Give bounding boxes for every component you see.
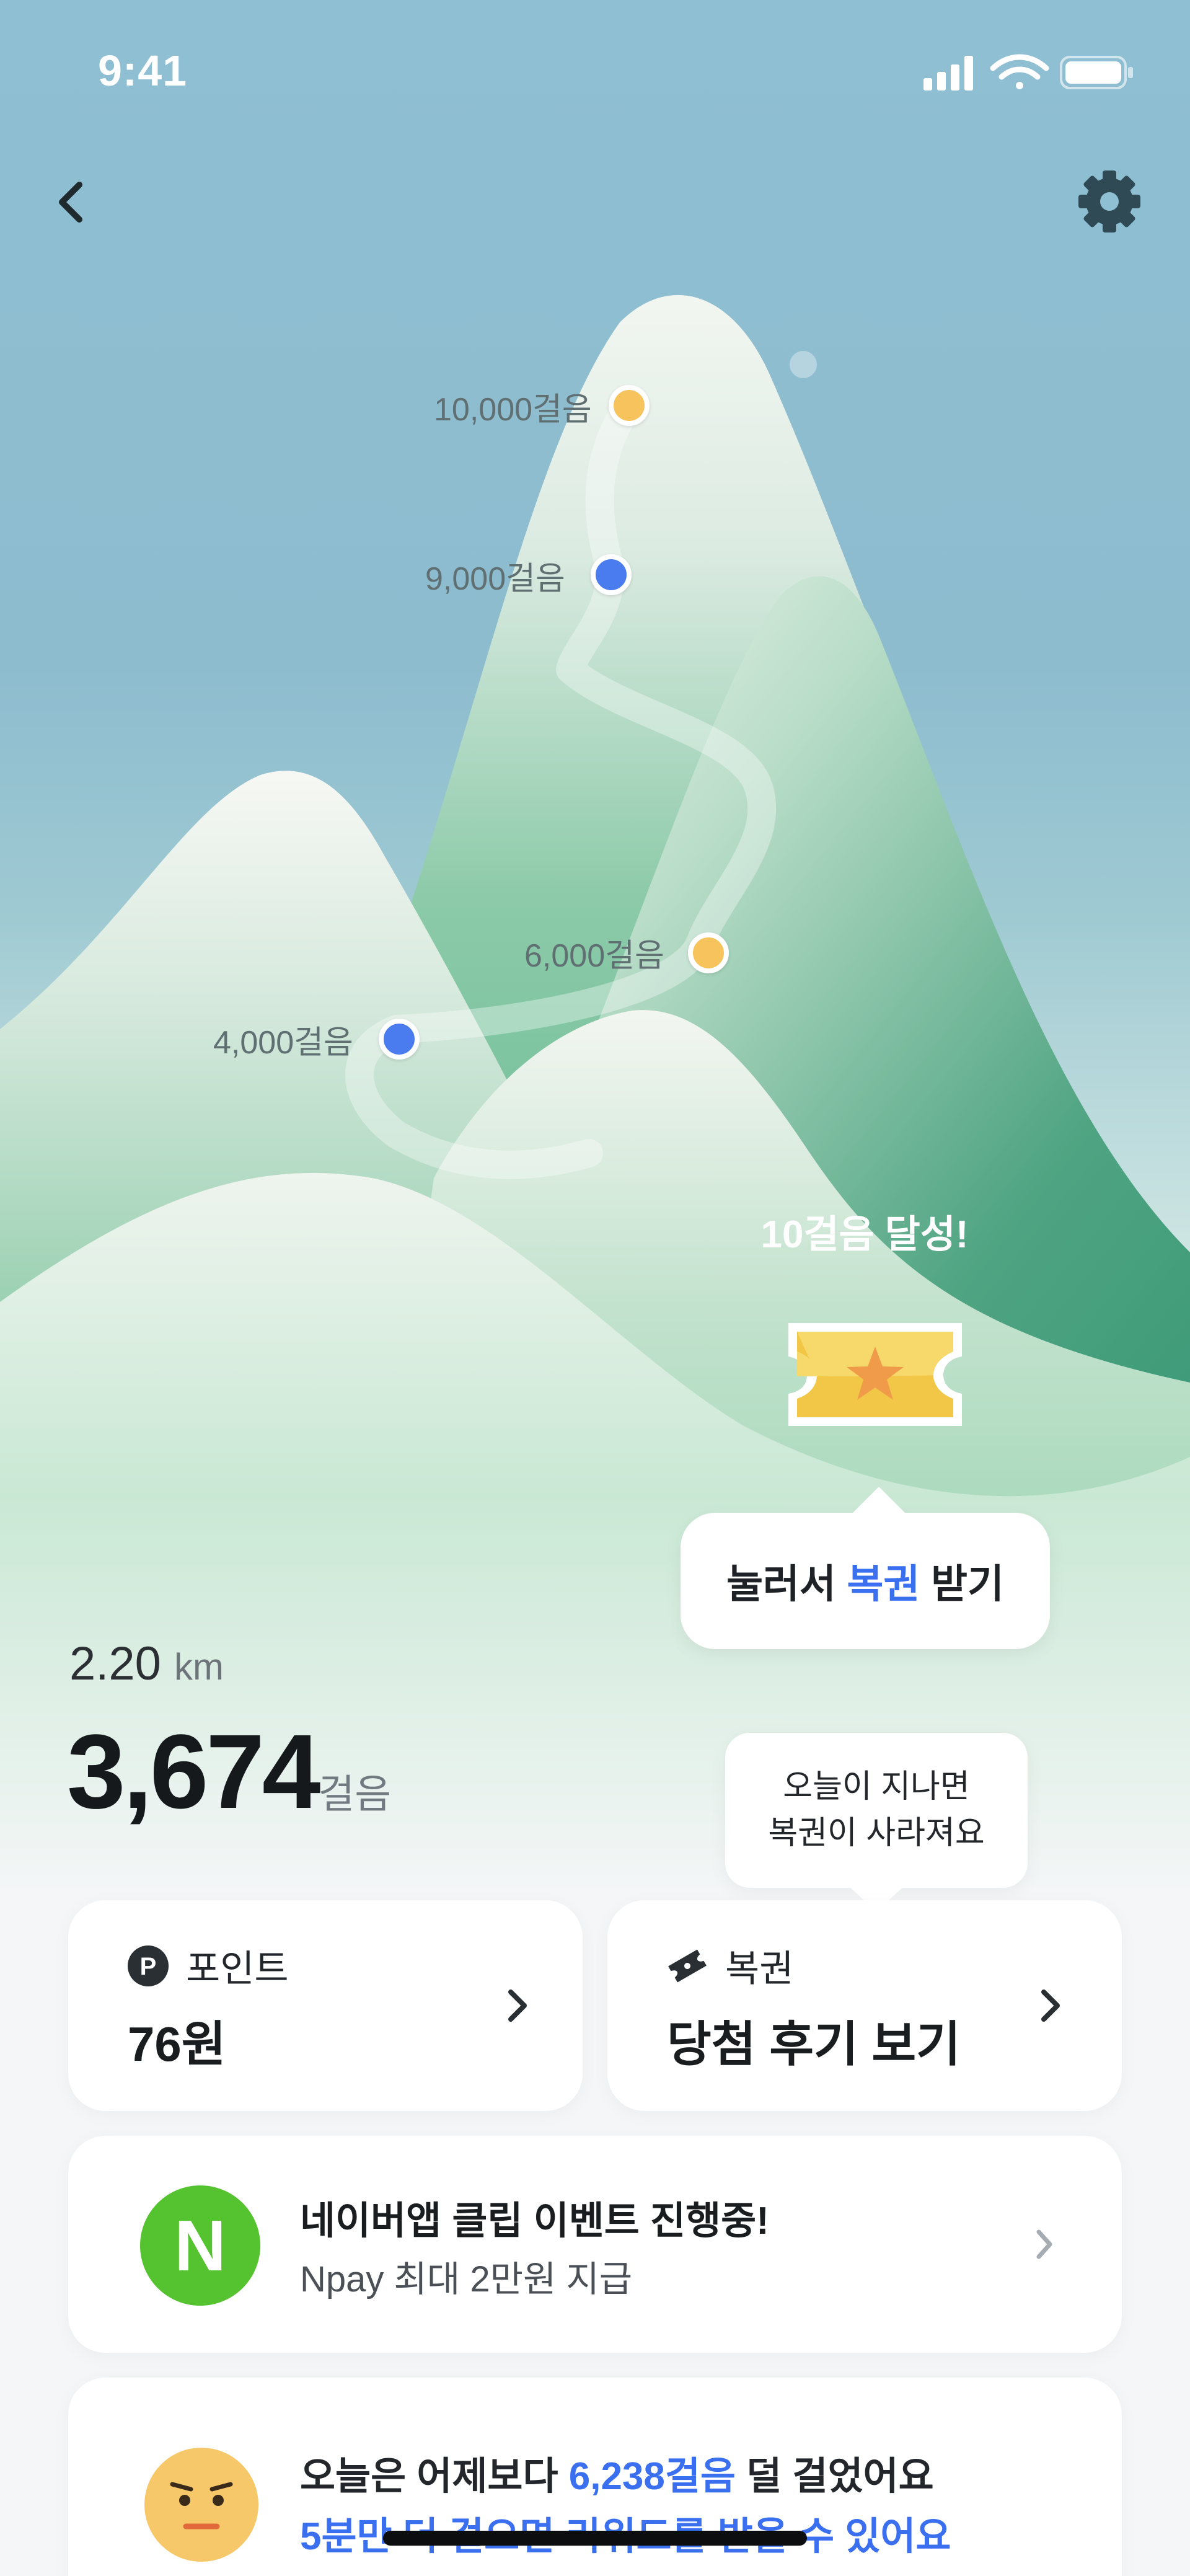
comparison-line-1: 오늘은 어제보다 6,238걸음 덜 걸었어요: [300, 2445, 934, 2500]
wifi-icon: [990, 54, 1049, 89]
chevron-left-icon: [59, 182, 82, 223]
warning-line-1: 오늘이 지나면: [783, 1768, 970, 1805]
milestone-dot-4000: [379, 1019, 420, 1060]
milestone-6000: 6,000걸음: [524, 927, 664, 977]
lotto-label: 복권: [725, 1948, 794, 1990]
milestone-label: 6,000걸음: [524, 937, 664, 974]
claim-prefix: 눌러서: [726, 1562, 847, 1606]
chevron-right-icon: [1036, 2229, 1052, 2259]
lottery-ticket-button[interactable]: [776, 1308, 974, 1438]
status-icons: [923, 54, 1133, 91]
back-button[interactable]: [43, 161, 112, 242]
claim-highlight: 복권: [847, 1562, 920, 1606]
lotto-card-header: 복권: [666, 1939, 793, 1993]
event-title: 네이버앱 클립 이벤트 진행중!: [300, 2200, 769, 2242]
comparison-prefix: 오늘은 어제보다: [300, 2455, 569, 2498]
home-indicator: [383, 2531, 807, 2546]
milestone-10000: 10,000걸음: [434, 381, 592, 431]
milestone-4000: 4,000걸음: [213, 1014, 353, 1064]
comparison-highlight: 6,238걸음: [568, 2455, 736, 2498]
walk-comparison-card[interactable]: 오늘은 어제보다 6,238걸음 덜 걸었어요 5분만 더 걸으면 리워드를 받…: [68, 2378, 1122, 2576]
settings-button[interactable]: [1072, 161, 1147, 242]
status-bar: 9:41: [0, 0, 1190, 143]
points-value: 76원: [128, 2017, 226, 2071]
warning-line-2: 복권이 사라져요: [768, 1815, 985, 1851]
points-card-header: P 포인트: [126, 1939, 289, 1993]
ticket-icon: [668, 1949, 707, 1982]
points-label: 포인트: [186, 1948, 289, 1990]
lottery-ticket-icon: [788, 1323, 962, 1426]
milestone-9000: 9,000걸음: [425, 551, 565, 600]
achievement-text: 10걸음 달성!: [760, 1213, 969, 1256]
chevron-right-icon: [508, 1990, 527, 2022]
comparison-suffix: 덜 걸었어요: [735, 2455, 934, 2498]
point-icon: P: [128, 1945, 169, 1986]
steps-value: 3,674: [67, 1713, 320, 1831]
milestone-label: 10,000걸음: [434, 391, 592, 428]
event-banner-card[interactable]: N 네이버앱 클립 이벤트 진행중! Npay 최대 2만원 지급: [68, 2136, 1122, 2353]
naver-logo: N: [140, 2185, 260, 2306]
milestone-label: 9,000걸음: [425, 560, 565, 597]
claim-suffix: 받기: [920, 1562, 1004, 1606]
claim-ticket-bubble[interactable]: 눌러서 복권 받기: [681, 1487, 1050, 1649]
expiry-warning-bubble: 오늘이 지나면 복권이 사라져요: [725, 1733, 1028, 1911]
chevron-right-icon: [1041, 1990, 1060, 2022]
steps-readout: 3,674걸음: [67, 1711, 391, 1833]
distance-readout: 2.20 km: [69, 1637, 224, 1691]
gear-icon: [1078, 170, 1140, 232]
milestone-dot-6000: [688, 932, 729, 973]
steps-unit: 걸음: [318, 1772, 392, 1817]
face-emoji-icon: [144, 2448, 258, 2562]
event-subtitle: Npay 최대 2만원 지급: [300, 2259, 633, 2299]
distance-value: 2.20: [69, 1637, 161, 1690]
distance-unit: km: [174, 1646, 224, 1688]
lotto-value: 당첨 후기 보기: [667, 2017, 961, 2071]
status-time: 9:41: [98, 46, 188, 95]
cellular-signal-icon: [923, 56, 973, 91]
milestone-label: 4,000걸음: [213, 1024, 353, 1061]
svg-text:P: P: [140, 1953, 157, 1980]
lotto-card[interactable]: 복권 당첨 후기 보기: [607, 1900, 1122, 2111]
points-card[interactable]: P 포인트 76원: [68, 1900, 583, 2111]
milestone-dot-10000: [609, 385, 650, 426]
milestone-dot-9000: [591, 554, 632, 595]
battery-icon: [1060, 56, 1133, 89]
